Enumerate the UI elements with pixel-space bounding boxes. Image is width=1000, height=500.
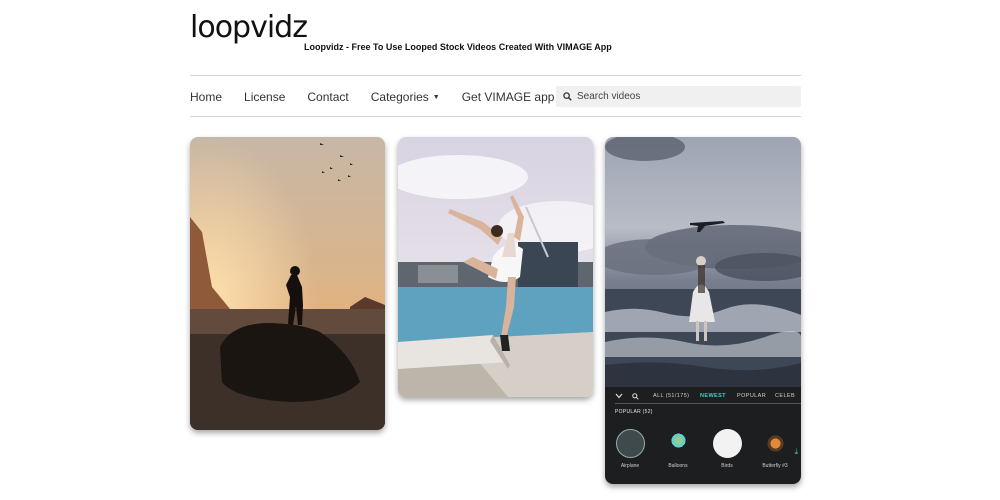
effects-tabs: ALL (51/175) NEWEST POPULAR CELEB bbox=[605, 393, 801, 403]
vimage-effects-panel: ALL (51/175) NEWEST POPULAR CELEB POPULA… bbox=[605, 387, 801, 484]
effect-airplane[interactable]: Airplane bbox=[608, 429, 652, 469]
nav-item-categories-label: Categories bbox=[370, 90, 429, 104]
effect-butterfly-3[interactable]: Butterfly #3 bbox=[753, 429, 797, 469]
site-tagline: Loopvidz - Free To Use Looped Stock Vide… bbox=[304, 42, 612, 52]
video-thumbnail-sunset-rock bbox=[190, 137, 385, 430]
tab-celeb[interactable]: CELEB bbox=[775, 393, 795, 399]
header-divider-top bbox=[190, 75, 801, 76]
header-divider-bottom bbox=[190, 116, 801, 117]
caret-down-icon: ▼ bbox=[432, 94, 440, 102]
download-icon[interactable]: ⤓ bbox=[794, 447, 798, 457]
video-card-sunset-rock[interactable] bbox=[190, 137, 385, 430]
search-icon[interactable] bbox=[562, 92, 572, 102]
nav-item-contact[interactable]: Contact bbox=[307, 90, 348, 104]
video-card-sea-airplane[interactable]: ALL (51/175) NEWEST POPULAR CELEB POPULA… bbox=[605, 137, 801, 484]
nav-item-categories[interactable]: Categories ▼ bbox=[371, 90, 440, 104]
birds-icon bbox=[712, 429, 742, 458]
video-thumbnail-dancer bbox=[398, 137, 593, 397]
section-label: POPULAR (52) bbox=[615, 409, 653, 415]
nav-item-license[interactable]: License bbox=[244, 90, 285, 104]
airplane-icon bbox=[615, 429, 645, 458]
butterfly-icon bbox=[760, 429, 790, 458]
effect-balloons[interactable]: Balloons bbox=[656, 429, 700, 469]
video-card-dancer[interactable] bbox=[398, 137, 593, 397]
effect-birds[interactable]: Birds bbox=[705, 429, 749, 469]
effect-label: Balloons bbox=[668, 463, 688, 469]
nav-item-home[interactable]: Home bbox=[190, 90, 222, 104]
effect-label: Butterfly #3 bbox=[762, 463, 788, 469]
tab-popular[interactable]: POPULAR bbox=[737, 393, 766, 399]
tab-newest[interactable]: NEWEST bbox=[700, 393, 726, 399]
chevron-down-icon[interactable] bbox=[615, 393, 623, 399]
site-logo[interactable]: loopvidz bbox=[190, 10, 308, 45]
search-input[interactable] bbox=[575, 90, 789, 103]
main-nav: Home License Contact Categories ▼ Get VIM… bbox=[190, 87, 576, 107]
panel-search-icon[interactable] bbox=[632, 393, 639, 400]
balloons-icon bbox=[663, 429, 693, 458]
search-box bbox=[556, 86, 801, 107]
effect-label: Birds bbox=[721, 463, 733, 469]
tab-all[interactable]: ALL (51/175) bbox=[653, 393, 689, 399]
tabs-divider bbox=[615, 403, 801, 404]
nav-item-get-vimage-app[interactable]: Get VIMAGE app bbox=[462, 90, 555, 104]
effect-label: Airplane bbox=[620, 463, 640, 469]
